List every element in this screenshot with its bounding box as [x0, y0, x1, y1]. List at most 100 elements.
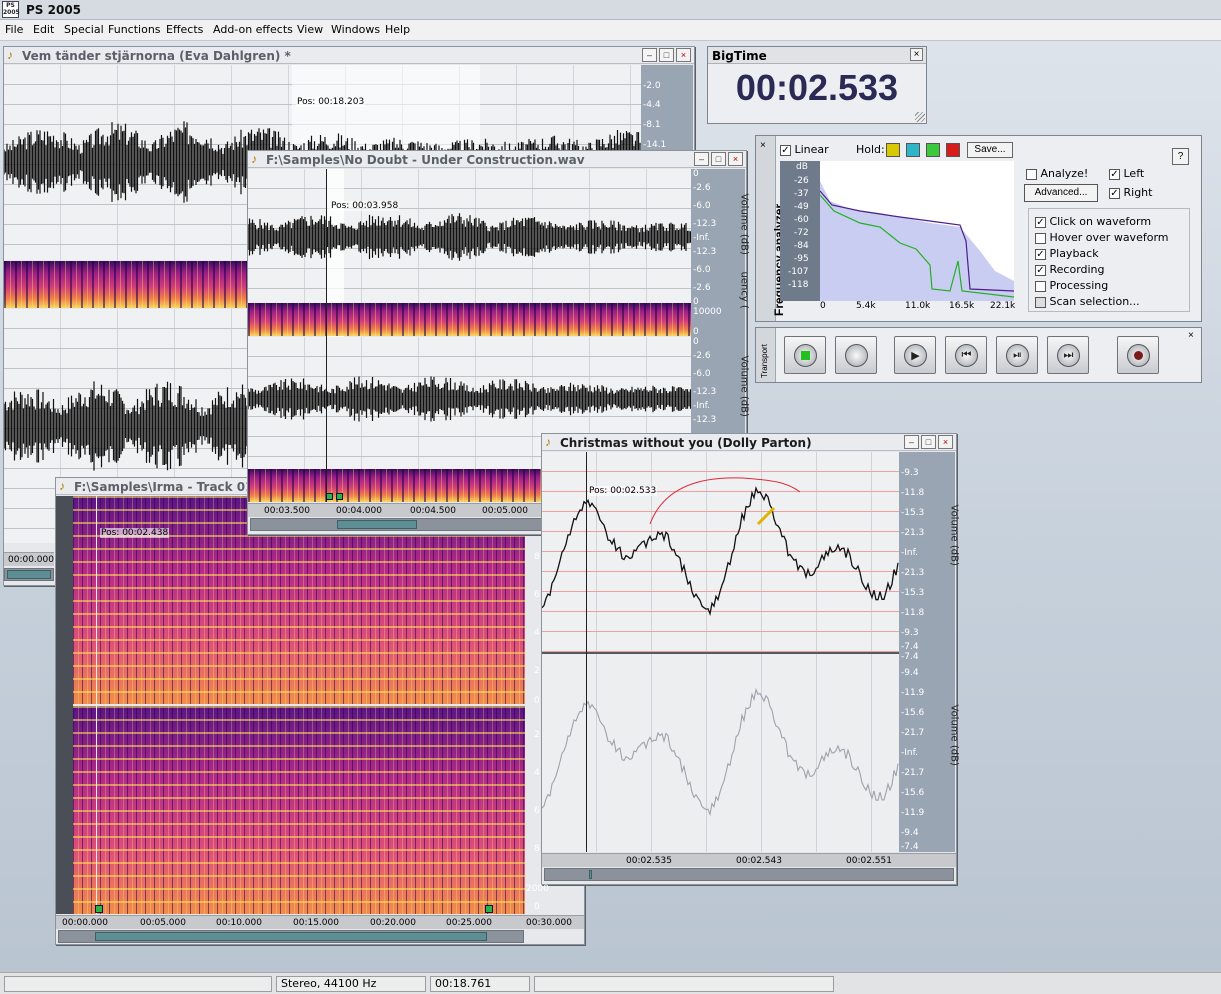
cursor-line	[326, 169, 327, 502]
help-button[interactable]: ?	[1172, 148, 1189, 165]
spectrum-plot	[820, 161, 1014, 301]
app-logo-icon: PS 2005	[2, 1, 20, 18]
maximize-button[interactable]: □	[711, 152, 726, 166]
skip-end-button[interactable]: ⏭	[1047, 336, 1089, 374]
waveform-line	[542, 485, 899, 617]
waveform-top	[248, 213, 691, 261]
window-titlebar[interactable]: ♪ F:\Samples\No Doubt - Under Constructi…	[248, 151, 746, 168]
linear-checkbox[interactable]: ✓ Linear	[780, 143, 829, 156]
close-button[interactable]: ×	[938, 435, 953, 449]
advanced-button[interactable]: Advanced...	[1024, 184, 1098, 202]
status-panel-extra	[534, 976, 834, 992]
minimize-button[interactable]: –	[904, 435, 919, 449]
app-title: PS 2005	[26, 3, 82, 17]
option-scan-selection[interactable]: Scan selection...	[1035, 295, 1140, 308]
marker-a[interactable]	[326, 493, 333, 500]
db-meter: dB -26 -37 -49 -60 -72 -84 -95 -107 -118	[780, 161, 820, 301]
status-time: 00:18.761	[430, 976, 530, 992]
scrollbar-thumb[interactable]	[95, 932, 487, 941]
christmas-left-scale: 8 6 4 2 0 2 4 6 8 2000 0	[526, 552, 549, 912]
horizontal-scrollbar[interactable]	[544, 868, 954, 881]
menu-windows[interactable]: Windows	[331, 23, 380, 36]
transport-side-bar: Transport	[756, 328, 776, 382]
bigtime-window[interactable]: BigTime × 00:02.533	[707, 46, 927, 124]
waveform-path	[248, 376, 691, 422]
horizontal-scrollbar[interactable]	[58, 930, 524, 943]
pencil-curve	[649, 477, 801, 525]
status-format: Stereo, 44100 Hz	[276, 976, 426, 992]
menu-special[interactable]: Special	[64, 23, 104, 36]
analyze-checkbox[interactable]: Analyze!	[1026, 167, 1088, 180]
cursor-line	[586, 452, 587, 852]
time-ruler: 00:02.535 00:02.543 00:02.551	[542, 853, 956, 867]
play-button[interactable]: ▶	[894, 336, 936, 374]
close-button[interactable]: ×	[910, 48, 923, 61]
window-title: F:\Samples\Irma - Track 01	[74, 480, 254, 494]
scrollbar-thumb[interactable]	[337, 520, 417, 529]
hold-color-cyan[interactable]	[906, 143, 920, 157]
window-titlebar[interactable]: ♪ Vem tänder stjärnorna (Eva Dahlgren) *…	[4, 47, 694, 64]
option-recording[interactable]: ✓ Recording	[1035, 263, 1105, 276]
close-button[interactable]: ×	[760, 140, 766, 151]
menu-add-on-effects[interactable]: Add-on effects	[213, 23, 293, 36]
option-hover-over-waveform[interactable]: Hover over waveform	[1035, 231, 1169, 244]
save-button[interactable]: Save...	[967, 142, 1013, 158]
menu-file[interactable]: File	[5, 23, 23, 36]
skip-start-button[interactable]: ⏮	[945, 336, 987, 374]
axis-volume-label-2: Volume (dB)	[738, 355, 750, 417]
spectrogram-band	[248, 303, 691, 336]
status-bar: Stereo, 44100 Hz 00:18.761	[0, 972, 1221, 994]
hold-color-red[interactable]	[946, 143, 960, 157]
spectrogram-band	[4, 261, 249, 308]
record-button[interactable]	[1117, 336, 1159, 374]
marker-start[interactable]	[95, 905, 103, 913]
window-irma-track-01[interactable]: ♪ F:\Samples\Irma - Track 01 Pos: 00:02.…	[55, 477, 585, 945]
time-ruler: 00:00.000	[4, 552, 54, 566]
left-gutter	[56, 496, 73, 914]
menu-edit[interactable]: Edit	[33, 23, 54, 36]
position-label: Pos: 00:02.533	[588, 486, 658, 496]
marker-b[interactable]	[336, 493, 343, 500]
pause-button[interactable]	[835, 336, 877, 374]
waveform-bottom	[542, 687, 899, 817]
menu-effects[interactable]: Effects	[166, 23, 203, 36]
hold-color-yellow[interactable]	[886, 143, 900, 157]
scrollbar-thumb[interactable]	[589, 870, 592, 879]
scrollbar-thumb[interactable]	[7, 570, 51, 579]
close-button[interactable]: ×	[1188, 330, 1194, 341]
play-selection-button[interactable]: ⏯	[996, 336, 1038, 374]
waveform-path	[248, 213, 691, 261]
option-click-on-waveform[interactable]: ✓ Click on waveform	[1035, 215, 1151, 228]
stop-button[interactable]	[784, 336, 826, 374]
resize-grip-icon[interactable]	[915, 112, 925, 122]
right-checkbox[interactable]: ✓ Right	[1109, 186, 1152, 199]
minimize-button[interactable]: –	[694, 152, 709, 166]
freq-axis: 0 5.4k 11.0k 16.5k 22.1k	[820, 301, 1016, 311]
hold-color-green[interactable]	[926, 143, 940, 157]
menu-functions[interactable]: Functions	[108, 23, 161, 36]
options-group: ✓ Click on waveform Hover over waveform …	[1028, 208, 1190, 312]
axis-volume-label: Volume (dB)	[738, 193, 750, 255]
option-processing[interactable]: Processing	[1035, 279, 1108, 292]
left-checkbox[interactable]: ✓ Left	[1109, 167, 1144, 180]
close-button[interactable]: ×	[676, 48, 691, 62]
frequency-analyzer-window[interactable]: × Frequency analyzer ✓ Linear Hold: Save…	[755, 135, 1202, 322]
axis-volume-label: Volume (dB)	[948, 504, 960, 566]
option-playback[interactable]: ✓ Playback	[1035, 247, 1099, 260]
window-titlebar[interactable]: ♪ Christmas without you (Dolly Parton) –…	[542, 434, 956, 451]
maximize-button[interactable]: □	[921, 435, 936, 449]
transport-window[interactable]: Transport ▶ ⏮ ⏯ ⏭ ×	[755, 327, 1202, 383]
minimize-button[interactable]: –	[642, 48, 657, 62]
menu-view[interactable]: View	[297, 23, 323, 36]
menu-help[interactable]: Help	[385, 23, 410, 36]
close-button[interactable]: ×	[728, 152, 743, 166]
window-christmas-without-you[interactable]: ♪ Christmas without you (Dolly Parton) –…	[541, 433, 960, 885]
horizontal-scrollbar[interactable]	[4, 568, 54, 581]
bigtime-title: BigTime	[712, 49, 767, 63]
spectrogram-bottom[interactable]	[73, 706, 525, 914]
bigtime-titlebar[interactable]: BigTime ×	[708, 47, 926, 64]
volume-scale: -2.0 -4.4 -8.1 -14.1	[641, 65, 693, 155]
maximize-button[interactable]: □	[659, 48, 674, 62]
marker-end[interactable]	[485, 905, 493, 913]
axis-volume-label-2: Volume (dB)	[948, 704, 960, 766]
